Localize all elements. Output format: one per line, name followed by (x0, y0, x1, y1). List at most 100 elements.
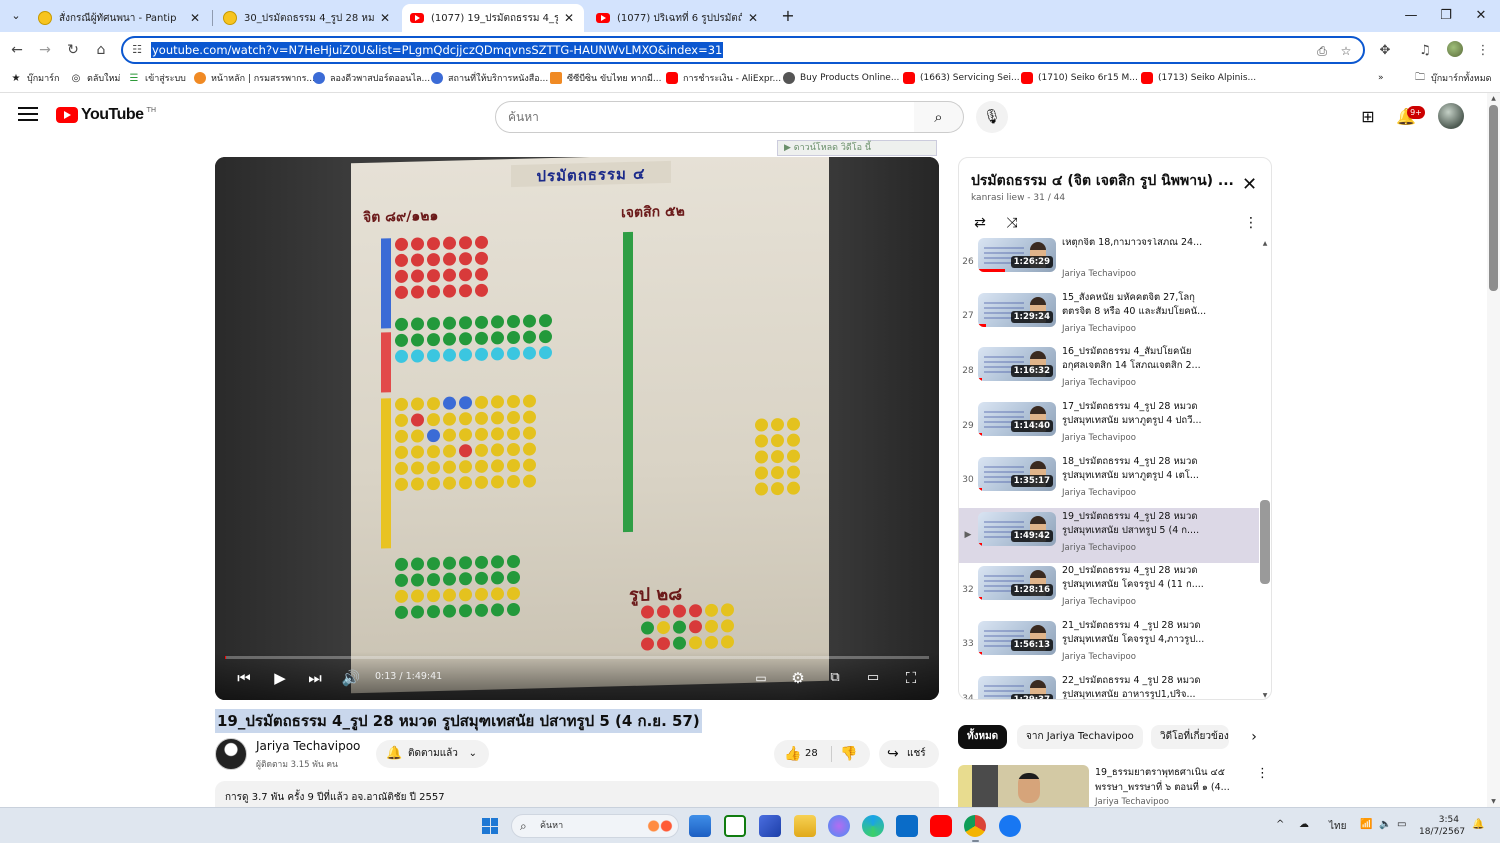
account-avatar[interactable] (1438, 103, 1464, 129)
bookmark-item[interactable]: ซีซีบีซิน ขับไทย หากมี... (550, 70, 661, 86)
voice-search-button[interactable]: 🎙 (976, 101, 1008, 133)
playlist-item[interactable]: 26 1:26:29 เหตุกจิต 18,กามาวจรโสภณ 24... Ja… (959, 238, 1259, 289)
back-button[interactable]: ← (6, 39, 28, 61)
bookmark-item[interactable]: Buy Products Online... (783, 70, 899, 86)
playlist-item-thumbnail[interactable]: 1:29:24 (978, 292, 1056, 327)
media-control-icon[interactable]: ♫ (1414, 40, 1436, 62)
page-scrollbar[interactable]: ▲ ▼ (1487, 93, 1500, 807)
recommended-more-icon[interactable]: ⋮ (1256, 766, 1269, 781)
search-input[interactable] (496, 102, 914, 132)
youtube-logo[interactable]: YouTube TH (56, 106, 156, 124)
previous-icon[interactable]: ⏮ (232, 666, 256, 690)
windows-start-icon[interactable] (482, 818, 498, 834)
youtube-app-icon[interactable] (930, 815, 952, 837)
onedrive-icon[interactable]: ☁ (1299, 819, 1309, 830)
tab-search-chevron-icon[interactable]: ⌄ (6, 6, 26, 26)
chrome-browser-icon[interactable] (964, 815, 986, 842)
profile-avatar[interactable] (1447, 41, 1463, 57)
progress-bar[interactable] (225, 656, 929, 659)
playlist-item[interactable]: 33 1:56:13 21_ปรมัตถธรรม 4 _รูป 28 หมวด รูป… (959, 617, 1259, 672)
bookmark-item[interactable]: หน้าหลัก | กรมสรรพากร... (194, 70, 315, 86)
shuffle-icon[interactable]: ⤨ (1001, 212, 1023, 234)
playlist-item[interactable]: 29 1:14:40 17_ปรมัตถธรรม 4_รูป 28 หมวด รูปส… (959, 398, 1259, 453)
bookmark-star-icon[interactable]: ☆ (1337, 42, 1355, 60)
new-tab-button[interactable]: + (778, 6, 798, 26)
bookmark-item[interactable]: การชำระเงิน - AliExpr... (666, 70, 781, 86)
playlist-item-thumbnail[interactable]: 1:14:40 (978, 402, 1056, 437)
bookmark-item[interactable]: ลองดีวพาสปอร์ตออนไล... (313, 70, 430, 86)
playlist-scrollbar[interactable]: ▲ ▼ (1259, 238, 1271, 699)
playlist-item[interactable]: 28 1:16:32 16_ปรมัตถธรรม 4_สัมปโยคนัย อกุศล… (959, 343, 1259, 398)
bookmark-item[interactable]: (1713) Seiko Alpinis... (1141, 70, 1256, 86)
math-app-icon[interactable] (759, 815, 781, 837)
close-tab-icon[interactable]: ✕ (746, 11, 760, 25)
install-app-icon[interactable]: ⎙ (1313, 42, 1331, 60)
mail-app-icon[interactable] (689, 815, 711, 837)
address-bar[interactable]: ☷ youtube.com/watch?v=N7HeHjuiZ0U&list=P… (121, 36, 1365, 64)
copilot-icon[interactable] (828, 815, 850, 837)
playlist-item[interactable]: 27 1:29:24 15_สังคหนัย มหัคคตจิต 27,โลกุ ตต… (959, 289, 1259, 344)
play-icon[interactable]: ▶ (268, 666, 292, 690)
playlist-title[interactable]: ปรมัตถธรรม ๔ (จิต เจตสิก รูป นิพพาน) ... (971, 170, 1233, 192)
recommended-thumbnail[interactable] (958, 765, 1089, 808)
menu-kebab-icon[interactable]: ⋮ (1472, 40, 1494, 62)
theater-mode-icon[interactable]: ▭ (861, 666, 885, 690)
taskbar-search[interactable]: ⌕ ค้นหา (511, 814, 679, 838)
volume-icon[interactable]: 🔊 (339, 666, 363, 690)
like-thumb-icon[interactable]: 👍 (784, 740, 801, 768)
restore-button[interactable]: ❐ (1431, 4, 1461, 28)
tab-pantip[interactable]: สั่งกรณีผู้ทัศนพนา - Pantip ✕ (30, 4, 210, 32)
playlist-item[interactable]: 32 1:28:16 20_ปรมัตถธรรม 4_รูป 28 หมวด รูปส… (959, 562, 1259, 617)
bookmark-item[interactable]: (1663) Servicing Sei... (903, 70, 1020, 86)
extensions-icon[interactable]: ✥ (1374, 40, 1396, 62)
settings-gear-icon[interactable]: ⚙ (786, 666, 810, 690)
next-icon[interactable]: ⏭ (303, 666, 327, 690)
download-video-banner[interactable]: ▶ ดาวน์โหลด วิดีโอ นี้ (777, 140, 937, 156)
edge-browser-icon[interactable] (862, 815, 884, 837)
close-tab-icon[interactable]: ✕ (188, 11, 202, 25)
system-clock[interactable]: 3:54 18/7/2567 (1419, 814, 1465, 838)
xbox-app-icon[interactable] (724, 815, 746, 837)
speaker-icon[interactable]: 🔈 (1379, 819, 1391, 830)
chip-related[interactable]: วิดีโอที่เกี่ยวข้อง (1151, 725, 1229, 749)
create-video-icon[interactable]: ⊞ (1356, 105, 1380, 129)
file-explorer-icon[interactable] (794, 815, 816, 837)
close-tab-icon[interactable]: ✕ (378, 11, 392, 25)
playlist-item-thumbnail[interactable]: 1:56:13 (978, 620, 1056, 655)
close-tab-icon[interactable]: ✕ (562, 11, 576, 25)
language-indicator[interactable]: ไทย (1329, 819, 1346, 834)
minimize-button[interactable]: — (1396, 4, 1426, 28)
close-playlist-icon[interactable]: ✕ (1242, 176, 1257, 194)
tray-overflow-icon[interactable]: ^ (1276, 819, 1284, 830)
channel-name[interactable]: Jariya Techavipoo (256, 739, 360, 753)
subtitles-icon[interactable]: ▭ (749, 666, 773, 690)
battery-icon[interactable]: ▭ (1397, 819, 1406, 830)
playlist-item-thumbnail[interactable]: 1:28:16 (978, 566, 1056, 601)
miniplayer-icon[interactable]: ⧉ (823, 666, 847, 690)
bookmarks-overflow-icon[interactable]: » (1378, 70, 1384, 86)
playlist-item-thumbnail[interactable]: 1:35:17 (978, 456, 1056, 491)
monitor-app-icon[interactable] (896, 815, 918, 837)
close-window-button[interactable]: ✕ (1466, 4, 1496, 28)
bookmark-item[interactable]: ★ บุ๊กมาร์ก (10, 70, 60, 86)
playlist-item-thumbnail[interactable]: 1:26:29 (978, 238, 1056, 272)
wifi-icon[interactable]: 📶 (1360, 819, 1372, 830)
video-player[interactable]: ปรมัตถธรรม ๔ จิต ๘๙/๑๒๑ เจตสิก ๕๒ รูป ๒๘ (215, 157, 939, 700)
channel-avatar[interactable] (215, 738, 247, 770)
url-text[interactable]: youtube.com/watch?v=N7HeHjuiZ0U&list=PLg… (151, 42, 724, 58)
playlist-item[interactable]: 30 1:35:17 18_ปรมัตถธรรม 4_รูป 28 หมวด รูปส… (959, 453, 1259, 508)
video-frame[interactable]: ปรมัตถธรรม ๔ จิต ๘๙/๑๒๑ เจตสิก ๕๒ รูป ๒๘ (215, 157, 939, 700)
bookmark-item[interactable]: ☰ เข้าสู่ระบบ (128, 70, 186, 86)
site-settings-icon[interactable]: ☷ (129, 42, 145, 58)
reload-button[interactable]: ↻ (62, 39, 84, 61)
search-button[interactable]: ⌕ (914, 101, 964, 133)
tab-pasada-rupa[interactable]: (1077) ปริเฉทที่ 6 รูปปรมัตถ์ (ปสา ✕ (588, 4, 768, 32)
fullscreen-icon[interactable]: ⛶ (899, 666, 923, 690)
hamburger-menu-icon[interactable] (18, 107, 38, 123)
playlist-item[interactable]: 34 1:29:37 22_ปรมัตถธรรม 4 _รูป 28 หมวด รูป… (959, 672, 1259, 699)
loop-icon[interactable]: ⇄ (969, 212, 991, 234)
chevron-right-icon[interactable]: › (1245, 728, 1263, 746)
dislike-thumb-icon[interactable]: 👎 (840, 740, 857, 768)
bookmark-item[interactable]: สถานที่ให้บริการหนังสือ... (431, 70, 548, 86)
chip-from-channel[interactable]: จาก Jariya Techavipoo (1017, 725, 1143, 749)
